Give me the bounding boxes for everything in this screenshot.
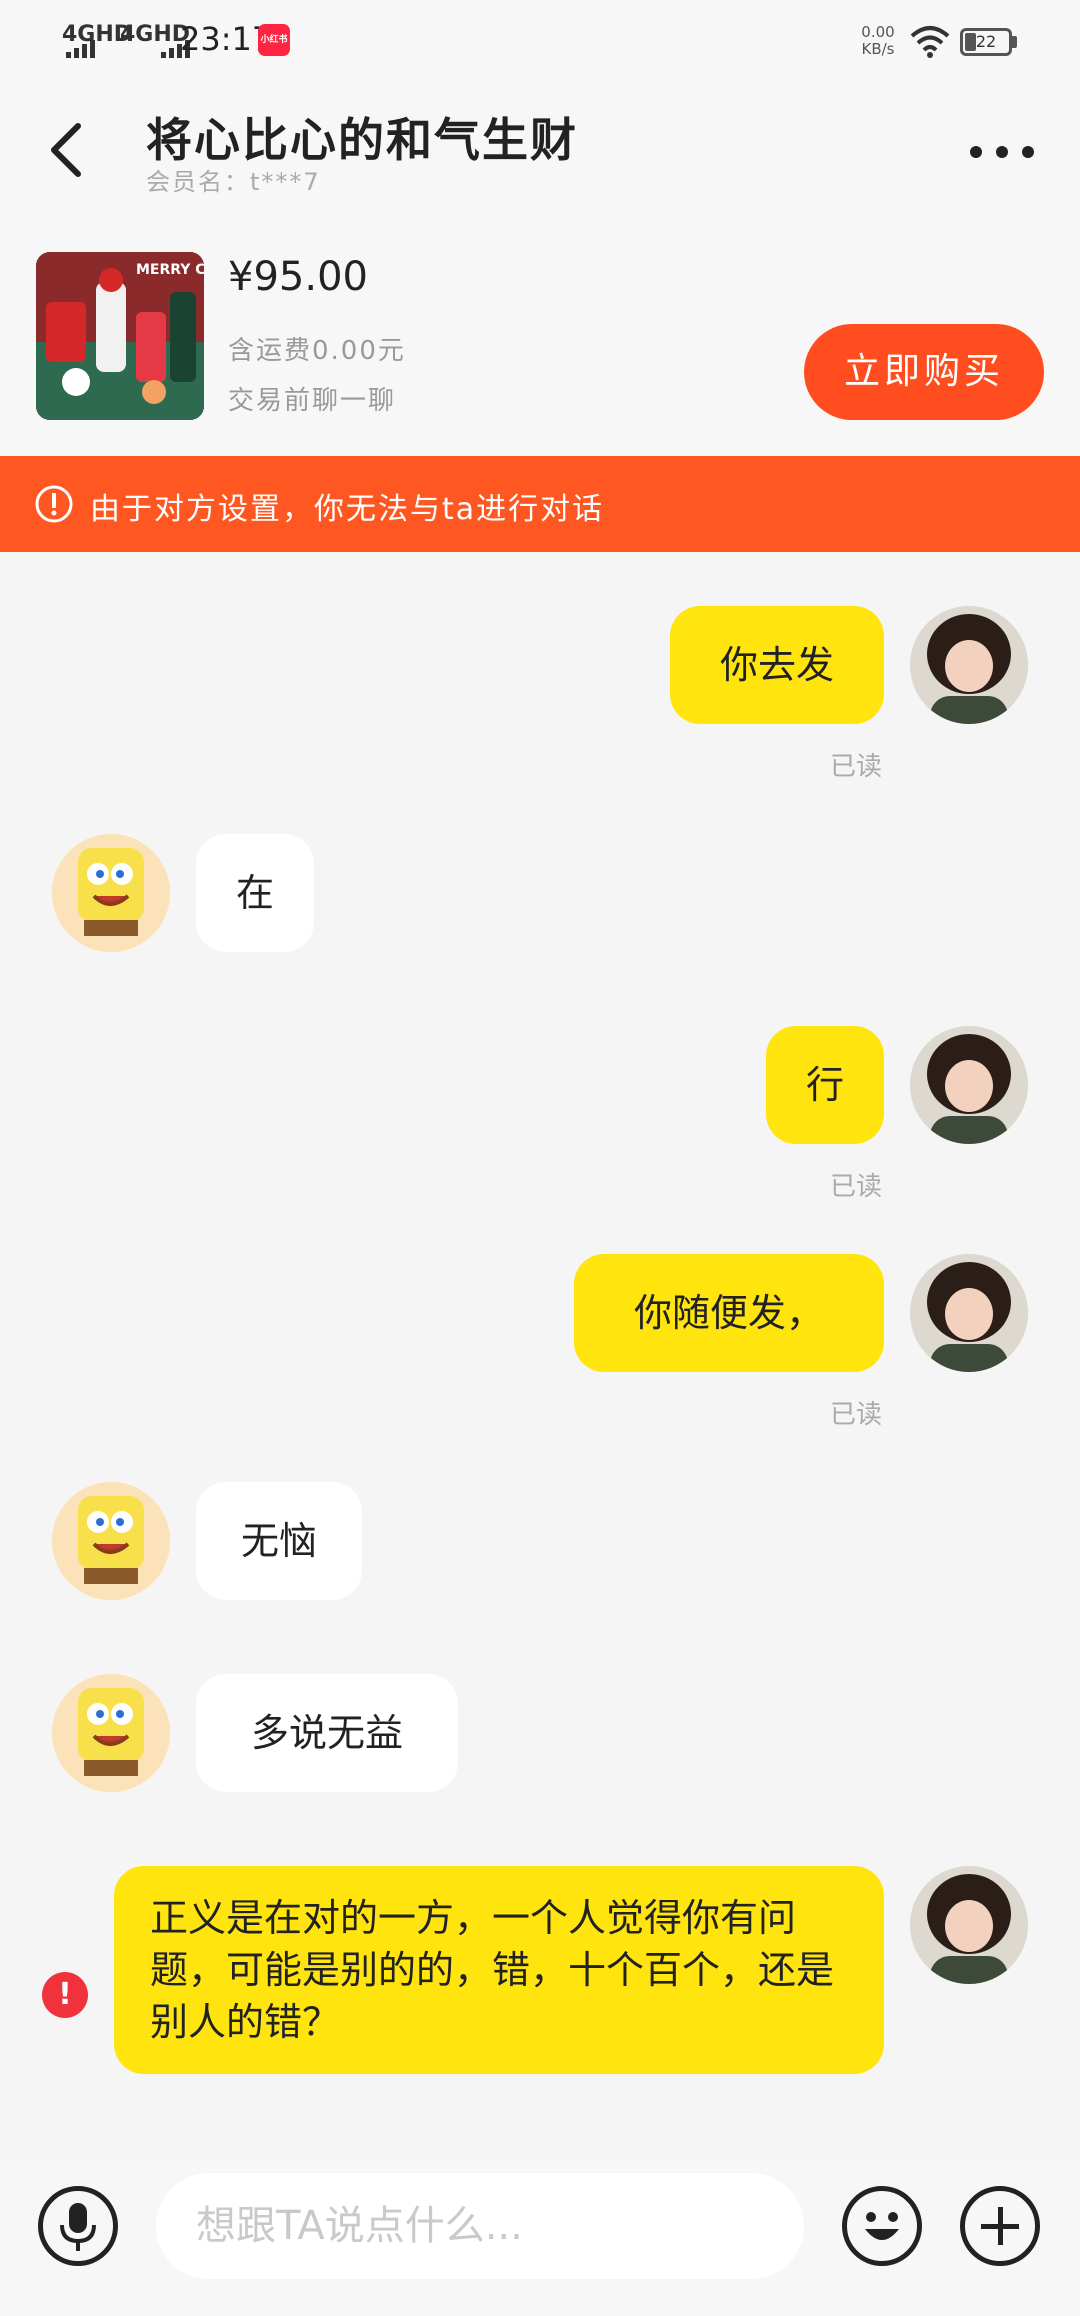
my-avatar[interactable] <box>910 1866 1028 1984</box>
member-name: 会员名：t***7 <box>146 168 321 196</box>
product-card[interactable]: MERRY CHRISTMAS ¥95.00 含运费0.00元 交易前聊一聊 立… <box>0 214 1080 456</box>
emoji-button[interactable] <box>842 2186 922 2266</box>
signal-1-icon <box>66 40 96 58</box>
blocked-notice-banner: 由于对方设置，你无法与ta进行对话 <box>0 456 1080 552</box>
my-avatar[interactable] <box>910 1254 1028 1372</box>
message-bubble-received[interactable]: 多说无益 <box>196 1674 458 1792</box>
contact-avatar[interactable] <box>52 834 170 952</box>
message-input[interactable] <box>156 2173 804 2279</box>
read-status: 已读 <box>830 1172 883 1202</box>
chat-title: 将心比心的和气生财 <box>146 113 578 167</box>
my-avatar[interactable] <box>910 606 1028 724</box>
send-failed-icon[interactable]: ! <box>42 1972 88 2018</box>
microphone-icon <box>60 2203 96 2251</box>
read-status: 已读 <box>830 1400 883 1430</box>
contact-avatar[interactable] <box>52 1482 170 1600</box>
more-dots-icon[interactable] <box>966 142 1038 162</box>
message-list[interactable]: 你去发 已读 在 行 已读 你随便发， 已读 无恼 多说无益 ! 正义是在对的一… <box>0 552 1080 2160</box>
voice-button[interactable] <box>38 2186 118 2266</box>
pre-trade-chat-hint: 交易前聊一聊 <box>228 386 397 416</box>
message-bubble-sent[interactable]: 你随便发， <box>574 1254 884 1372</box>
emoji-icon <box>865 2212 899 2240</box>
back-arrow-icon[interactable] <box>44 120 88 180</box>
message-bubble-received[interactable]: 无恼 <box>196 1482 362 1600</box>
shipping-fee: 含运费0.00元 <box>228 336 406 366</box>
message-bubble-sent[interactable]: 行 <box>766 1026 884 1144</box>
app-badge-icon: 小红书 <box>258 24 290 56</box>
product-image: MERRY CHRISTMAS <box>36 252 204 420</box>
battery-icon: 22 <box>960 28 1012 56</box>
product-price: ¥95.00 <box>228 254 368 300</box>
my-avatar[interactable] <box>910 1026 1028 1144</box>
input-bar <box>0 2160 1080 2316</box>
read-status: 已读 <box>830 752 883 782</box>
warning-icon <box>35 485 73 523</box>
battery-tip <box>1012 36 1017 48</box>
buy-now-button[interactable]: 立即购买 <box>804 324 1044 420</box>
more-actions-button[interactable] <box>960 2186 1040 2266</box>
message-bubble-sent[interactable]: 正义是在对的一方，一个人觉得你有问题，可能是别的的，错，十个百个，还是别人的错？ <box>114 1866 884 2074</box>
plus-icon <box>981 2207 1019 2245</box>
chat-header: 将心比心的和气生财 会员名：t***7 <box>0 84 1080 214</box>
wifi-icon <box>910 26 950 58</box>
product-thumbnail[interactable]: MERRY CHRISTMAS <box>36 252 204 420</box>
notice-text: 由于对方设置，你无法与ta进行对话 <box>90 492 605 527</box>
status-bar: 4GHD 4GHD 23:17 小红书 0.00 KB/s 22 <box>0 0 1080 84</box>
contact-avatar[interactable] <box>52 1674 170 1792</box>
network-speed: 0.00 KB/s <box>861 23 895 58</box>
message-bubble-received[interactable]: 在 <box>196 834 314 952</box>
thumb-caption: MERRY CHRISTMAS <box>136 262 204 278</box>
message-bubble-sent[interactable]: 你去发 <box>670 606 884 724</box>
